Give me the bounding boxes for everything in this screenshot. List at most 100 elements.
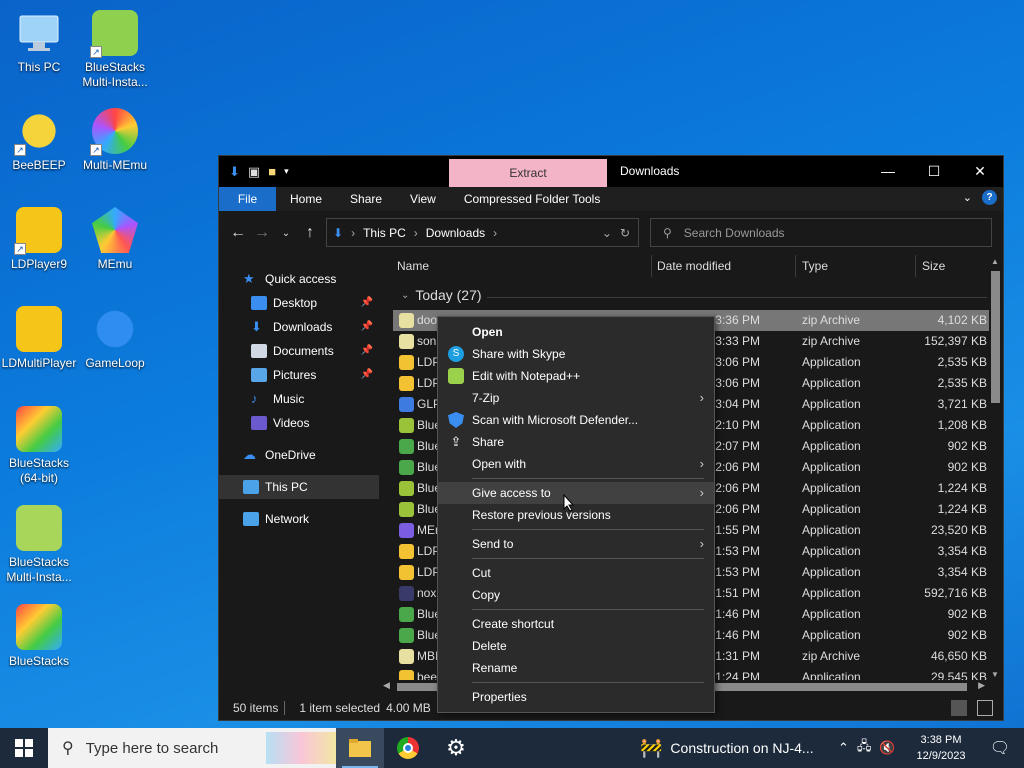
column-name[interactable]: Name (397, 259, 429, 273)
menu-copy[interactable]: Copy (438, 584, 714, 606)
menu-open-with[interactable]: Open with › (438, 453, 714, 475)
file-icon (399, 586, 414, 601)
chevron-right-icon: › (699, 536, 704, 551)
group-header-today[interactable]: ⌄ Today (27) (401, 287, 482, 303)
tab-home[interactable]: Home (276, 187, 336, 211)
tab-extract[interactable]: Extract (449, 159, 607, 187)
search-highlight-art (266, 732, 336, 764)
menu-delete[interactable]: Delete (438, 635, 714, 657)
properties-icon[interactable]: ▣ (248, 164, 260, 180)
chevron-down-icon[interactable]: ▾ (284, 166, 289, 177)
column-size[interactable]: Size (922, 259, 945, 273)
column-type[interactable]: Type (802, 259, 828, 273)
desktop-icon-bluestacks[interactable]: BlueStacks (0, 604, 84, 669)
help-icon[interactable]: ? (982, 190, 997, 205)
chevron-up-icon[interactable]: ⌃ (838, 740, 849, 756)
column-date-modified[interactable]: Date modified (657, 259, 731, 273)
vertical-scrollbar[interactable]: ▲ ▼ (989, 257, 1001, 679)
recent-locations-button[interactable]: ⌄ (274, 228, 298, 239)
navigation-bar: ← → ⌄ ↑ ⬇ › This PC › Downloads › ⌄ ↻ ⚲ … (219, 211, 1003, 255)
nav-this-pc[interactable]: This PC (219, 475, 379, 499)
search-box[interactable]: ⚲ Search Downloads (650, 218, 992, 247)
breadcrumb-this-pc[interactable]: This PC (363, 226, 406, 240)
nav-network[interactable]: Network (219, 507, 379, 531)
file-size: 3,721 KB (937, 397, 987, 411)
maximize-button[interactable]: ☐ (911, 156, 957, 187)
nav-quick-access[interactable]: ★ Quick access (219, 267, 379, 291)
taskbar-chrome[interactable] (384, 728, 432, 768)
file-icon (399, 439, 414, 454)
address-dropdown-icon[interactable]: ⌄ (602, 226, 612, 240)
nav-pictures[interactable]: Pictures 📌 (219, 363, 379, 387)
desktop-icon-memu[interactable]: MEmu (70, 207, 160, 272)
file-icon (399, 649, 414, 664)
menu-rename[interactable]: Rename (438, 657, 714, 679)
menu-share-with-skype[interactable]: S Share with Skype (438, 343, 714, 365)
file-type: Application (802, 502, 861, 516)
taskbar-search[interactable]: ⚲ Type here to search (48, 728, 336, 768)
menu-open[interactable]: Open (438, 321, 714, 343)
menu-give-access-to[interactable]: Give access to › (438, 482, 714, 504)
tab-view[interactable]: View (396, 187, 450, 211)
menu-edit-with-notepadpp[interactable]: Edit with Notepad++ (438, 365, 714, 387)
column-headers: Name Date modified Type Size (379, 255, 1003, 277)
tab-share[interactable]: Share (336, 187, 396, 211)
menu-scan-defender[interactable]: Scan with Microsoft Defender... (438, 409, 714, 431)
selected-count: 1 item selected (299, 701, 381, 715)
up-button[interactable]: ↑ (298, 224, 322, 242)
pictures-icon (251, 368, 267, 382)
menu-create-shortcut[interactable]: Create shortcut (438, 613, 714, 635)
details-view-icon[interactable] (951, 700, 967, 716)
download-arrow-icon[interactable]: ⬇ (229, 164, 240, 180)
close-button[interactable]: ✕ (957, 156, 1003, 187)
file-type: Application (802, 670, 861, 680)
minimize-button[interactable]: — (865, 156, 911, 187)
large-icons-view-icon[interactable] (977, 700, 993, 716)
file-size: 152,397 KB (924, 334, 987, 348)
memu-icon (92, 207, 138, 253)
start-button[interactable] (0, 728, 48, 768)
network-icon[interactable]: 🖧 (857, 737, 872, 759)
new-folder-icon[interactable]: ■ (268, 164, 276, 179)
expand-ribbon-icon[interactable]: ⌄ (963, 191, 972, 204)
menu-send-to[interactable]: Send to › (438, 533, 714, 555)
menu-7zip[interactable]: 7-Zip › (438, 387, 714, 409)
file-name: son (417, 334, 437, 348)
notification-center-button[interactable]: 🗨 (976, 728, 1024, 768)
nav-music[interactable]: ♪ Music (219, 387, 379, 411)
nav-documents[interactable]: Documents 📌 (219, 339, 379, 363)
chevron-right-icon: › (699, 456, 704, 471)
nav-onedrive[interactable]: ☁ OneDrive (219, 443, 379, 467)
refresh-icon[interactable]: ↻ (620, 226, 638, 240)
volume-muted-icon[interactable]: 🔇 (879, 740, 895, 756)
taskbar-file-explorer[interactable] (336, 728, 384, 768)
tab-compressed-folder-tools[interactable]: Compressed Folder Tools (450, 187, 615, 211)
taskbar-settings[interactable]: ⚙ (432, 728, 480, 768)
tab-file[interactable]: File (219, 187, 276, 211)
nav-desktop[interactable]: Desktop 📌 (219, 291, 379, 315)
address-bar[interactable]: ⬇ › This PC › Downloads › ⌄ ↻ (326, 218, 639, 247)
breadcrumb-downloads[interactable]: Downloads (426, 226, 485, 240)
title-bar: ⬇ ▣ ■ ▾ Extract Downloads — ☐ ✕ (219, 156, 1003, 187)
breadcrumb-sep-icon[interactable]: › (493, 226, 497, 240)
nav-videos[interactable]: Videos (219, 411, 379, 435)
desktop-icon-bluestacks-64[interactable]: BlueStacks (64-bit) (0, 406, 84, 486)
desktop-icon-bluestacks-multi[interactable]: ↗ BlueStacks Multi-Insta... (70, 10, 160, 90)
clock[interactable]: 3:38 PM 12/9/2023 (912, 732, 970, 764)
forward-button[interactable]: → (250, 224, 274, 242)
news-widget[interactable]: 🚧 Construction on NJ-4... (640, 728, 814, 768)
file-icon (399, 334, 414, 349)
file-type: Application (802, 355, 861, 369)
breadcrumb-sep-icon[interactable]: › (414, 226, 418, 240)
menu-restore-previous-versions[interactable]: Restore previous versions (438, 504, 714, 526)
nav-downloads[interactable]: ⬇ Downloads 📌 (219, 315, 379, 339)
breadcrumb-sep-icon[interactable]: › (351, 226, 355, 240)
menu-cut[interactable]: Cut (438, 562, 714, 584)
desktop-icon-bluestacks-multi-2[interactable]: BlueStacks Multi-Insta... (0, 505, 84, 585)
desktop-icon-gameloop[interactable]: GameLoop (70, 306, 160, 371)
desktop-icon-multi-memu[interactable]: ↗ Multi-MEmu (70, 108, 160, 173)
notification-icon: 🗨 (989, 740, 1011, 757)
menu-properties[interactable]: Properties (438, 686, 714, 708)
back-button[interactable]: ← (226, 224, 250, 242)
menu-share[interactable]: ⇪ Share (438, 431, 714, 453)
